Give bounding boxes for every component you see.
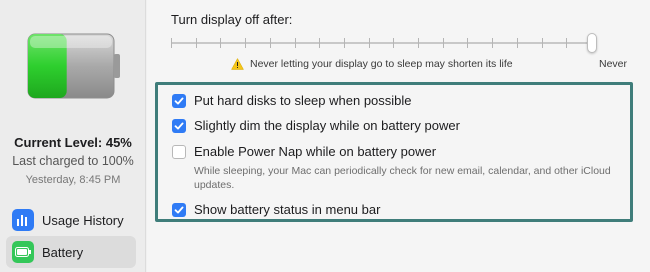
checkbox[interactable]	[172, 93, 186, 108]
last-charged-time: Yesterday, 8:45 PM	[25, 174, 121, 186]
sidebar-item-battery[interactable]: Battery	[6, 236, 136, 268]
slider-tick	[418, 38, 419, 48]
display-off-slider[interactable]	[171, 33, 597, 53]
slider-tick	[492, 38, 493, 48]
slider-tick	[319, 38, 320, 48]
slider-tick	[443, 38, 444, 48]
slider-tick	[467, 38, 468, 48]
sleep-warning: Never letting your display go to sleep m…	[231, 58, 513, 70]
option-battery-status-menu-bar[interactable]: Show battery status in menu bar	[172, 202, 380, 217]
sidebar-item-label: Usage History	[42, 212, 124, 228]
slider-tick	[517, 38, 518, 48]
slider-tick	[369, 38, 370, 48]
option-label: Slightly dim the display while on batter…	[194, 118, 460, 133]
option-dim-display[interactable]: Slightly dim the display while on batter…	[172, 118, 460, 133]
checkbox[interactable]	[172, 202, 186, 217]
slider-tick	[295, 38, 296, 48]
current-level: Current Level: 45%	[14, 135, 132, 150]
battery-icon	[12, 241, 34, 263]
slider-tick	[196, 38, 197, 48]
slider-thumb[interactable]	[587, 33, 597, 53]
sidebar-item-usage-history[interactable]: Usage History	[6, 204, 136, 236]
option-label: Enable Power Nap while on battery power	[194, 144, 437, 159]
warning-text: Never letting your display go to sleep m…	[250, 58, 513, 70]
option-label: Show battery status in menu bar	[194, 202, 381, 217]
slider-tick	[171, 38, 172, 48]
slider-track	[171, 42, 591, 44]
display-off-title: Turn display off after:	[171, 12, 293, 27]
power-nap-description: While sleeping, your Mac can periodicall…	[194, 165, 611, 191]
battery-settings-pane: Turn display off after: Never letting yo…	[147, 0, 650, 272]
sidebar-item-label: Battery	[42, 244, 84, 260]
slider-tick	[393, 38, 394, 48]
slider-tick	[344, 38, 345, 48]
battery-level-icon	[27, 33, 120, 99]
option-hard-disks-sleep[interactable]: Put hard disks to sleep when possible	[172, 93, 412, 108]
checkbox[interactable]	[172, 118, 186, 133]
bar-chart-icon	[12, 209, 34, 231]
option-power-nap[interactable]: Enable Power Nap while on battery power	[172, 144, 436, 159]
slider-tick	[270, 38, 271, 48]
power-options-group: Put hard disks to sleep when possible Sl…	[155, 82, 633, 222]
slider-never-label: Never	[599, 58, 628, 70]
slider-tick	[566, 38, 567, 48]
slider-tick	[245, 38, 246, 48]
slider-tick	[542, 38, 543, 48]
option-label: Put hard disks to sleep when possible	[194, 93, 412, 108]
warning-icon	[231, 58, 244, 70]
last-charged: Last charged to 100%	[12, 154, 134, 168]
slider-tick	[220, 38, 221, 48]
sidebar: Current Level: 45% Last charged to 100% …	[0, 0, 146, 272]
checkbox[interactable]	[172, 144, 186, 159]
